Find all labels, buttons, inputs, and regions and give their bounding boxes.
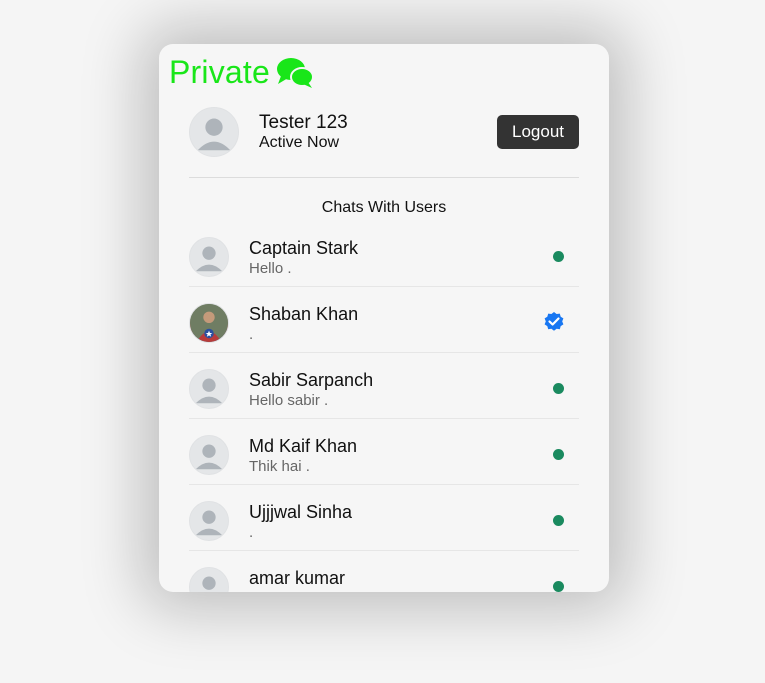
avatar (189, 369, 229, 409)
avatar (189, 501, 229, 541)
chat-item-captain-stark[interactable]: Captain Stark Hello . (189, 221, 579, 287)
chat-last-message: Hello sabir . (249, 392, 329, 409)
brand-title: Private (169, 54, 270, 90)
default-user-icon (197, 118, 231, 151)
default-user-icon (195, 246, 223, 272)
default-user-icon (202, 576, 216, 590)
chat-bubbles-icon (277, 57, 314, 88)
chat-item-ujjjwal-sinha[interactable]: Ujjjwal Sinha . (189, 485, 579, 551)
online-status-dot (553, 383, 564, 394)
chat-list: Captain Stark Hello . Shaban Khan . Sabi… (189, 221, 579, 592)
brand-header: Private (169, 54, 314, 91)
user-name: Tester 123 (259, 112, 348, 133)
chat-name: amar kumar (249, 568, 346, 588)
online-status-dot (553, 515, 564, 526)
chat-item-md-kaif-khan[interactable]: Md Kaif Khan Thik hai . (189, 419, 579, 485)
section-title: Chats With Users (321, 199, 447, 216)
online-status-dot (553, 581, 564, 592)
divider (189, 177, 579, 178)
avatar (189, 107, 239, 157)
user-photo (190, 304, 228, 342)
online-status-dot (553, 251, 564, 262)
chat-item-sabir-sarpanch[interactable]: Sabir Sarpanch Hello sabir . (189, 353, 579, 419)
default-user-icon (195, 444, 223, 470)
online-status-dot (553, 449, 564, 460)
chat-name: Shaban Khan (249, 304, 359, 324)
avatar (189, 237, 229, 277)
chat-app-window: Private Tester 123 Active Now Logout Cha… (159, 44, 609, 592)
current-user-profile: Tester 123 Active Now Logout (189, 107, 579, 157)
chat-name: Captain Stark (249, 238, 359, 258)
chat-name: Sabir Sarpanch (249, 370, 374, 390)
default-user-icon (195, 510, 223, 536)
avatar (189, 435, 229, 475)
chat-last-message: . (249, 326, 254, 343)
chat-name: Md Kaif Khan (249, 436, 358, 456)
default-user-icon (195, 378, 223, 404)
avatar (189, 567, 229, 592)
avatar-photo (189, 303, 229, 343)
verified-icon (544, 312, 564, 331)
chat-item-shaban-khan[interactable]: Shaban Khan . (189, 287, 579, 353)
chat-last-message: . (249, 524, 254, 541)
logout-button[interactable]: Logout (497, 115, 579, 149)
chat-last-message: Hello . (249, 260, 292, 277)
chat-item-amar-kumar[interactable]: amar kumar (189, 551, 579, 592)
chat-name: Ujjjwal Sinha (249, 502, 353, 522)
user-status: Active Now (259, 134, 340, 151)
chat-last-message: Thik hai . (249, 458, 310, 475)
